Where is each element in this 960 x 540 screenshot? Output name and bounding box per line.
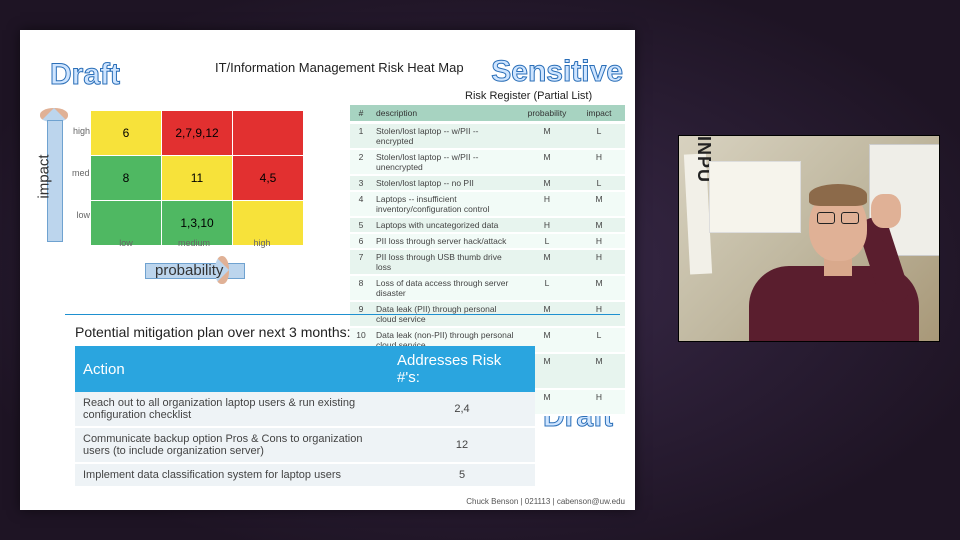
- impact-axis-label: impact: [36, 154, 53, 198]
- mitigation-heading: Potential mitigation plan over next 3 mo…: [75, 324, 351, 340]
- table-row: 4Laptops -- insufficient inventory/confi…: [350, 191, 625, 217]
- table-row: Reach out to all organization laptop use…: [75, 392, 535, 427]
- impact-axis-arrow: impact: [42, 108, 66, 240]
- heatmap-cell: [233, 111, 304, 156]
- table-row: 6PII loss through server hack/attackLH: [350, 233, 625, 249]
- table-row: 2Stolen/lost laptop -- w/PII -- unencryp…: [350, 149, 625, 175]
- heatmap-cell: 2,7,9,12: [162, 111, 233, 156]
- table-row: 1Stolen/lost laptop -- w/PII -- encrypte…: [350, 123, 625, 150]
- watermark-draft-top: Draft: [50, 58, 120, 92]
- risk-register-title: Risk Register (Partial List): [465, 90, 592, 102]
- mitigation-table: Action Addresses Risk #'s: Reach out to …: [75, 346, 535, 488]
- slide-footer: Chuck Benson | 021113 | cabenson@uw.edu: [466, 497, 625, 506]
- probability-axis-arrow: probability: [145, 258, 255, 282]
- presentation-slide: Draft Sensitive Draft IT/Information Man…: [20, 30, 635, 510]
- heatmap-cell: 4,5: [233, 156, 304, 201]
- table-row: 5Laptops with uncategorized dataHM: [350, 217, 625, 233]
- heatmap-x-ticks: lowmediumhigh: [92, 238, 296, 248]
- risk-heatmap: 6 2,7,9,12 8 11 4,5 1,3,10: [90, 110, 304, 246]
- heatmap-cell: 8: [91, 156, 162, 201]
- heatmap-cell: 11: [162, 156, 233, 201]
- presenter-video-thumbnail: INPU S: [678, 135, 940, 342]
- table-row: Communicate backup option Pros & Cons to…: [75, 427, 535, 463]
- table-row: 3Stolen/lost laptop -- no PIIML: [350, 175, 625, 191]
- probability-axis-label: probability: [155, 262, 223, 279]
- watermark-sensitive: Sensitive: [491, 55, 623, 89]
- presenter-figure: [739, 176, 919, 342]
- divider: [65, 314, 620, 315]
- slide-title: IT/Information Management Risk Heat Map: [215, 60, 464, 75]
- heatmap-y-ticks: highmediumlow: [72, 110, 90, 236]
- table-row: 8Loss of data access through server disa…: [350, 275, 625, 301]
- table-row: 7PII loss through USB thumb drive lossMH: [350, 249, 625, 275]
- heatmap-cell: 6: [91, 111, 162, 156]
- table-row: Implement data classification system for…: [75, 463, 535, 487]
